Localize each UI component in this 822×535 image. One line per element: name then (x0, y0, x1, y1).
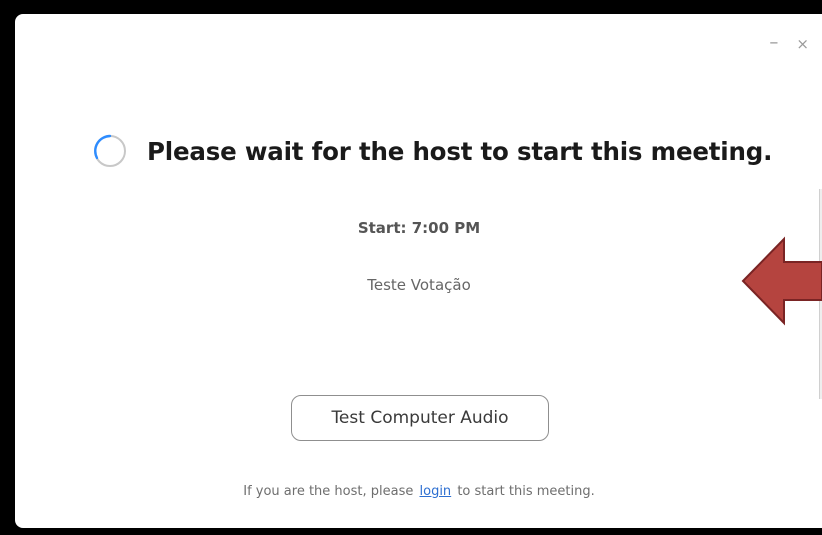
waiting-room-window: – × Please wait for the host to start th… (15, 14, 822, 528)
host-login-note: If you are the host, please login to sta… (15, 484, 822, 499)
window-controls: – × (769, 34, 809, 53)
host-note-suffix: to start this meeting. (457, 484, 595, 499)
test-computer-audio-button[interactable]: Test Computer Audio (291, 395, 549, 441)
meeting-start-time: Start: 7:00 PM (357, 219, 481, 237)
close-button[interactable]: × (796, 36, 809, 52)
login-link[interactable]: login (420, 484, 452, 499)
left-arrow-icon (741, 236, 822, 326)
minimize-button[interactable]: – (769, 34, 778, 52)
loading-spinner-icon (94, 134, 126, 167)
headline-row: Please wait for the host to start this m… (93, 134, 772, 168)
host-note-prefix: If you are the host, please (243, 484, 414, 499)
meeting-name: Teste Votação (367, 276, 471, 294)
page-title: Please wait for the host to start this m… (147, 136, 773, 166)
